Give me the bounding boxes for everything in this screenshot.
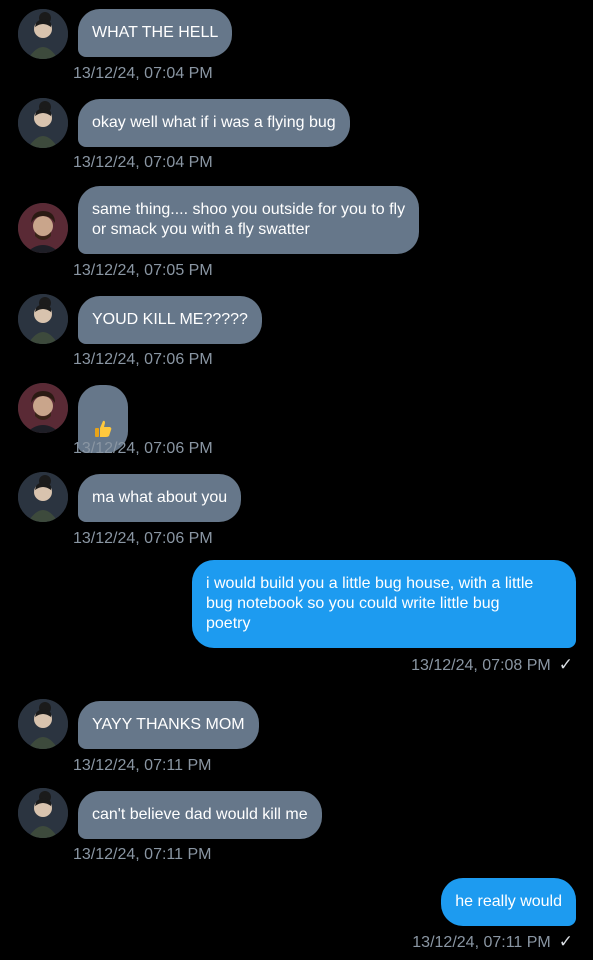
avatar-bun-girl-icon bbox=[18, 699, 68, 749]
message-text: can't believe dad would kill me bbox=[92, 806, 308, 823]
message-bubble-incoming[interactable]: ma what about you bbox=[78, 474, 242, 522]
message-timestamp-row: 13/12/24, 07:08 PM ✓ bbox=[411, 655, 573, 676]
message-timestamp: 13/12/24, 07:06 PM bbox=[73, 440, 213, 457]
avatar[interactable] bbox=[18, 294, 68, 344]
avatar-bun-girl-icon bbox=[18, 98, 68, 148]
message-bubble-incoming[interactable]: okay well what if i was a flying bug bbox=[78, 99, 350, 147]
avatar[interactable] bbox=[18, 98, 68, 148]
avatar[interactable] bbox=[18, 9, 68, 59]
message-timestamp: 13/12/24, 07:08 PM bbox=[411, 657, 551, 674]
message-text: same thing.... shoo you outside for you … bbox=[92, 201, 406, 238]
message-bubble-incoming[interactable]: YAYY THANKS MOM bbox=[78, 701, 259, 749]
message-bubble-outgoing[interactable]: i would build you a little bug house, wi… bbox=[192, 560, 576, 648]
message-timestamp: 13/12/24, 07:06 PM bbox=[73, 530, 213, 547]
message-bubble-incoming[interactable]: WHAT THE HELL bbox=[78, 9, 233, 57]
message-text: ma what about you bbox=[92, 489, 228, 506]
message-bubble-incoming[interactable]: same thing.... shoo you outside for you … bbox=[78, 186, 420, 254]
avatar-curly-man-icon bbox=[18, 383, 68, 433]
avatar-bun-girl-icon bbox=[18, 294, 68, 344]
chat-thread[interactable]: WHAT THE HELL 13/12/24, 07:04 PM okay we… bbox=[0, 0, 593, 960]
avatar-bun-girl-icon bbox=[18, 788, 68, 838]
avatar[interactable] bbox=[18, 203, 68, 253]
avatar[interactable] bbox=[18, 699, 68, 749]
message-bubble-incoming[interactable]: can't believe dad would kill me bbox=[78, 791, 322, 839]
avatar[interactable] bbox=[18, 788, 68, 838]
message-timestamp: 13/12/24, 07:11 PM bbox=[73, 757, 212, 774]
message-timestamp: 13/12/24, 07:11 PM bbox=[412, 934, 551, 951]
message-timestamp: 13/12/24, 07:06 PM bbox=[73, 351, 213, 368]
message-text: YAYY THANKS MOM bbox=[92, 716, 245, 733]
avatar-curly-man-icon bbox=[18, 203, 68, 253]
message-bubble-outgoing[interactable]: he really would bbox=[441, 878, 576, 926]
avatar-bun-girl-icon bbox=[18, 472, 68, 522]
message-timestamp: 13/12/24, 07:04 PM bbox=[73, 65, 213, 82]
message-text: WHAT THE HELL bbox=[92, 24, 219, 41]
message-text: okay well what if i was a flying bug bbox=[92, 114, 336, 131]
check-icon: ✓ bbox=[558, 655, 573, 674]
message-text: he really would bbox=[455, 893, 562, 910]
message-text: YOUD KILL ME????? bbox=[92, 311, 248, 328]
message-timestamp: 13/12/24, 07:11 PM bbox=[73, 846, 212, 863]
avatar[interactable] bbox=[18, 472, 68, 522]
message-text: i would build you a little bug house, wi… bbox=[206, 575, 534, 632]
thumbs-up-icon bbox=[95, 420, 112, 437]
message-bubble-incoming[interactable]: YOUD KILL ME????? bbox=[78, 296, 262, 344]
check-icon: ✓ bbox=[558, 932, 573, 951]
message-timestamp: 13/12/24, 07:04 PM bbox=[73, 154, 213, 171]
avatar[interactable] bbox=[18, 383, 68, 433]
avatar-bun-girl-icon bbox=[18, 9, 68, 59]
message-timestamp-row: 13/12/24, 07:11 PM ✓ bbox=[412, 932, 573, 953]
message-timestamp: 13/12/24, 07:05 PM bbox=[73, 262, 213, 279]
